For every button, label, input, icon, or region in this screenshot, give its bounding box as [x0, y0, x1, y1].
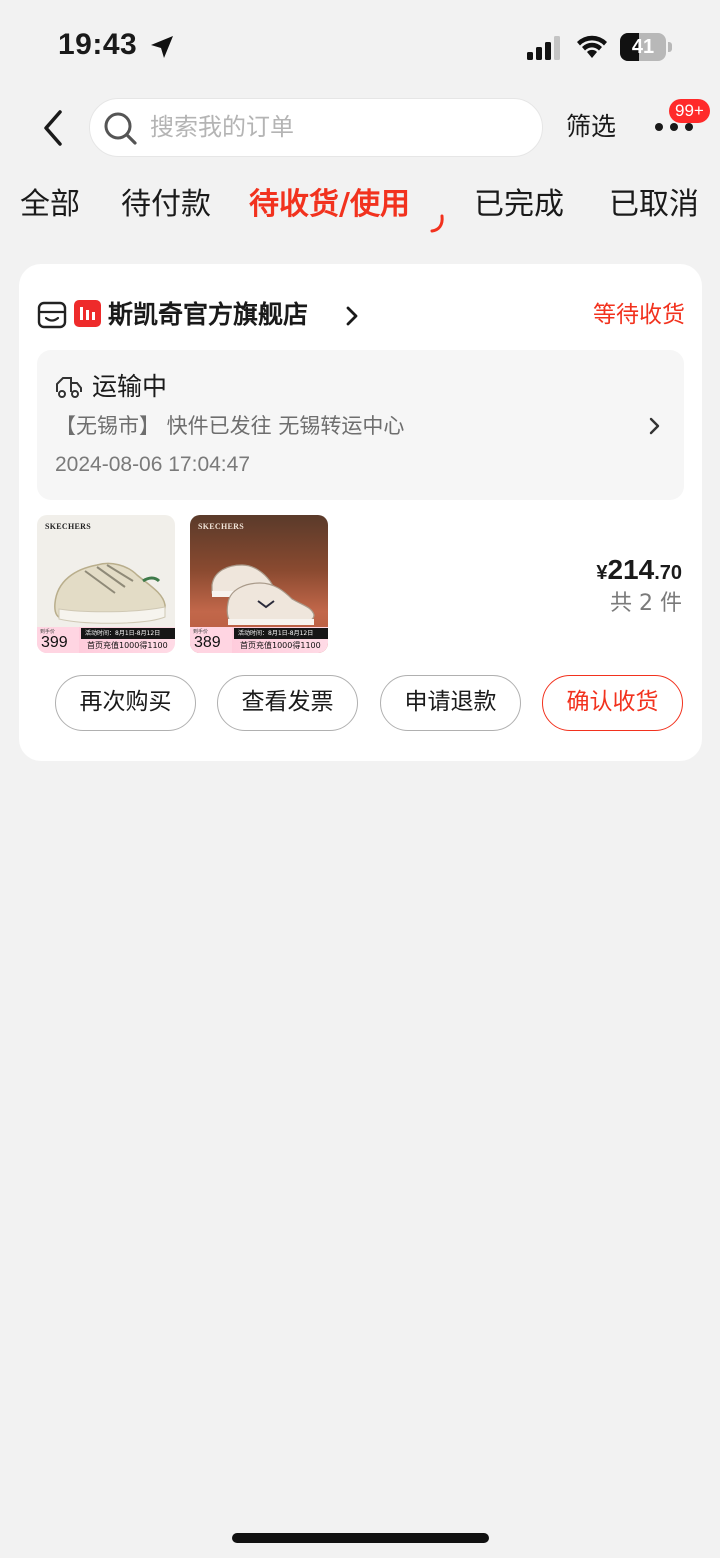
promo-period: 活动时间：8月1日-8月12日	[81, 628, 175, 639]
logistics-time: 2024-08-06 17:04:47	[55, 453, 250, 476]
currency-symbol: ¥	[596, 562, 608, 584]
tab-pending-receipt[interactable]: 待收货/使用	[249, 178, 410, 232]
order-card[interactable]: 斯凯奇官方旗舰店 等待收货 运输中 【无锡市】 快件已发往 无锡转运中心 202…	[19, 264, 702, 761]
item-count: 共 2 件	[610, 591, 682, 616]
promo-text: 首页充值1000得1100	[240, 641, 321, 650]
product-brand: SKECHERS	[198, 522, 244, 531]
back-button[interactable]	[36, 104, 72, 152]
logistics-status: 运输中	[92, 372, 168, 401]
search-placeholder: 搜索我的订单	[150, 113, 294, 141]
product-price: 389	[194, 634, 221, 651]
cellular-signal-icon	[527, 36, 560, 60]
shop-name[interactable]: 斯凯奇官方旗舰店	[108, 298, 308, 332]
logistics-detail: 【无锡市】 快件已发往 无锡转运中心	[55, 414, 405, 438]
tab-cancelled[interactable]: 已取消	[609, 178, 699, 232]
product-image[interactable]: SKECHERS 活动时间：8月1日-8月12日 到手价 389 首页充值100…	[190, 515, 328, 653]
order-status: 等待收货	[593, 302, 685, 328]
order-total: ¥214.70	[596, 554, 682, 586]
status-bar: 19:43 41	[0, 0, 720, 96]
more-dots-icon	[655, 123, 693, 131]
product-brand: SKECHERS	[45, 522, 91, 531]
sneaker-image	[54, 562, 166, 624]
shop-logo-icon	[74, 300, 101, 327]
active-tab-indicator	[430, 214, 444, 233]
sneaker-image	[211, 564, 315, 625]
confirm-receipt-button[interactable]: 确认收货	[542, 675, 683, 731]
search-input[interactable]: 搜索我的订单	[89, 98, 543, 157]
tab-pending-payment[interactable]: 待付款	[121, 178, 211, 232]
customer-service-icon[interactable]	[37, 300, 67, 330]
product-price: 399	[41, 634, 68, 651]
promo-period: 活动时间：8月1日-8月12日	[234, 628, 328, 639]
chevron-right-icon	[649, 417, 660, 435]
promo-banner: 活动时间：8月1日-8月12日 到手价 389 首页充值1000得1100	[190, 627, 328, 653]
view-invoice-button[interactable]: 查看发票	[217, 675, 358, 731]
chevron-right-icon	[346, 306, 358, 326]
promo-text: 首页充值1000得1100	[87, 641, 168, 650]
tab-completed[interactable]: 已完成	[474, 178, 564, 232]
search-icon	[104, 112, 137, 145]
promo-banner: 活动时间：8月1日-8月12日 到手价 399 首页充值1000得1100	[37, 627, 175, 653]
message-badge: 99+	[669, 99, 710, 123]
price-decimal: .70	[654, 562, 682, 584]
location-arrow-icon	[151, 36, 173, 58]
battery-indicator: 41	[620, 33, 672, 61]
price-integer: 214	[607, 554, 655, 585]
tab-all[interactable]: 全部	[20, 178, 80, 232]
logistics-panel[interactable]: 运输中 【无锡市】 快件已发往 无锡转运中心 2024-08-06 17:04:…	[37, 350, 684, 500]
refund-button[interactable]: 申请退款	[380, 675, 521, 731]
order-tabs: 全部 待付款 待收货/使用 已完成 已取消	[0, 178, 720, 238]
battery-level: 41	[631, 36, 655, 58]
product-image[interactable]: SKECHERS 活动时间：8月1日-8月12日 到手价 399 首页充值100…	[37, 515, 175, 653]
home-indicator[interactable]	[232, 1533, 489, 1543]
wifi-icon	[577, 35, 607, 58]
filter-button[interactable]: 筛选	[566, 106, 616, 148]
truck-icon	[56, 377, 82, 398]
status-time: 19:43	[58, 28, 138, 61]
rebuy-button[interactable]: 再次购买	[55, 675, 196, 731]
shop-header[interactable]: 斯凯奇官方旗舰店 等待收货	[37, 298, 685, 332]
